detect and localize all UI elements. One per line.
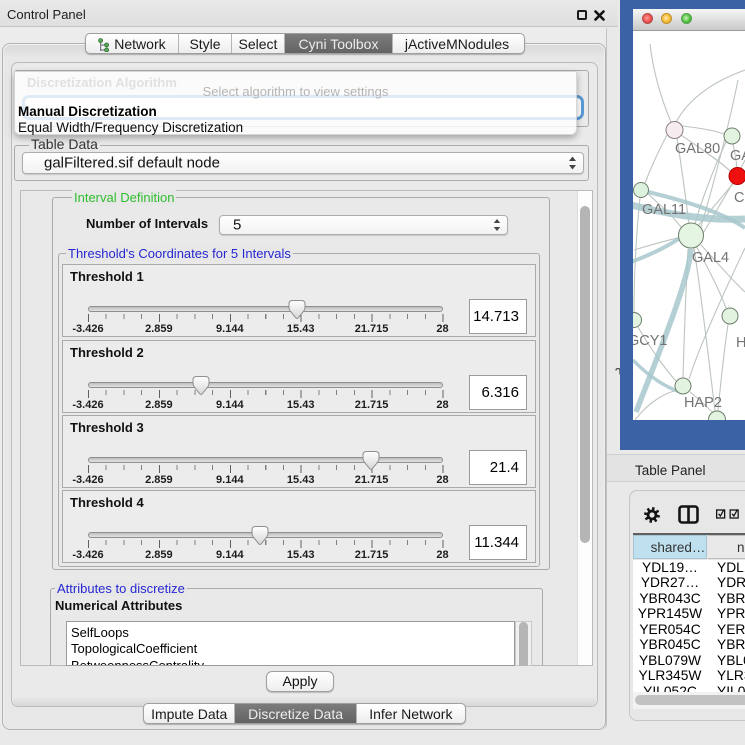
svg-text:GAL80: GAL80: [675, 141, 720, 157]
svg-text:C: C: [734, 190, 744, 206]
svg-text:H: H: [736, 335, 745, 351]
svg-text:HAP2: HAP2: [684, 395, 722, 411]
svg-text:GAL11: GAL11: [642, 202, 686, 218]
svg-text:GCY1: GCY1: [633, 333, 668, 349]
svg-text:GAL4: GAL4: [692, 250, 729, 266]
svg-text:GA: GA: [730, 148, 745, 164]
